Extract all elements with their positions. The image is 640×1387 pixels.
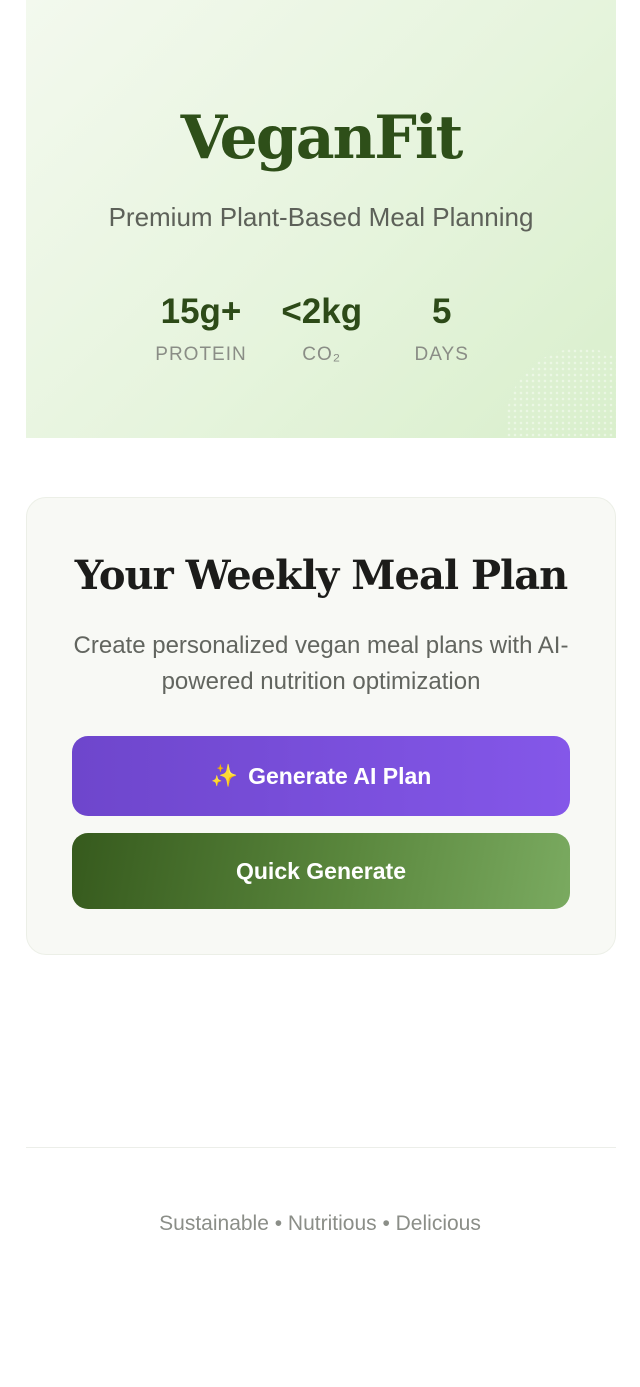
stat-label: DAYS xyxy=(414,344,469,365)
stat-value: <2kg xyxy=(281,292,363,331)
sparkles-icon: ✨ xyxy=(210,763,239,788)
brand-title: VeganFit xyxy=(180,103,464,173)
card-title: Your Weekly Meal Plan xyxy=(74,552,569,599)
footer-divider xyxy=(26,1147,616,1148)
stat-co2: <2kg CO₂ xyxy=(277,290,367,366)
hero-tagline: Premium Plant-Based Meal Planning xyxy=(108,202,534,232)
stats-row: 15g+ PROTEIN <2kg CO₂ 5 DAYS xyxy=(26,290,616,366)
stat-protein: 15g+ PROTEIN xyxy=(155,290,246,366)
card-description: Create personalized vegan meal plans wit… xyxy=(73,632,569,695)
meal-plan-card: Your Weekly Meal Plan Create personalize… xyxy=(26,497,616,955)
footer-tagline: Sustainable • Nutritious • Delicious xyxy=(159,1212,481,1235)
hero-section: VeganFit Premium Plant-Based Meal Planni… xyxy=(26,0,616,438)
quick-generate-label: Quick Generate xyxy=(235,857,407,884)
stat-label: CO₂ xyxy=(302,344,342,365)
generate-ai-plan-button[interactable]: ✨ Generate AI Plan xyxy=(72,736,570,816)
quick-generate-button[interactable]: Quick Generate xyxy=(72,833,570,909)
generate-ai-plan-label: Generate AI Plan xyxy=(248,762,432,789)
stat-days: 5 DAYS xyxy=(397,290,487,366)
stat-label: PROTEIN xyxy=(155,344,247,365)
stat-value: 5 xyxy=(431,292,452,331)
stat-value: 15g+ xyxy=(160,292,242,331)
